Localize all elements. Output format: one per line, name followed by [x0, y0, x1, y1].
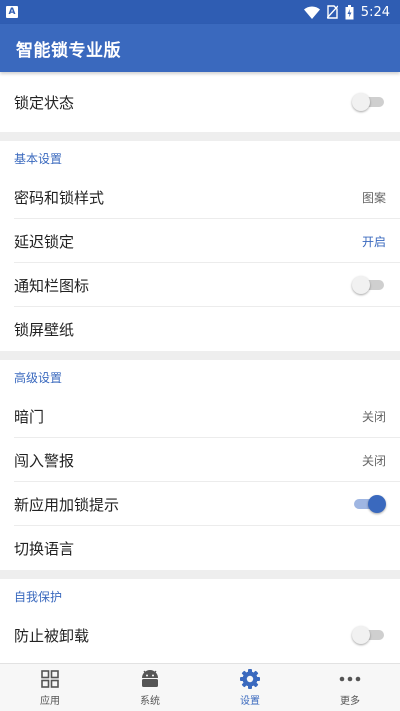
- new-app-lock-prompt-toggle[interactable]: [352, 494, 386, 514]
- grid-icon: [40, 668, 60, 690]
- secret-door-value: 关闭: [361, 409, 386, 424]
- app-title: 智能锁专业版: [16, 40, 121, 61]
- status-time: 5:24: [360, 4, 390, 20]
- bottom-navigation: 应用 系统 设置 更多: [0, 663, 400, 711]
- lock-status-row[interactable]: 锁定状态: [0, 72, 400, 132]
- switch-language-row[interactable]: 切换语言: [0, 526, 400, 570]
- self-protection-header: 自我保护: [14, 589, 63, 604]
- notification-icon-toggle[interactable]: [352, 275, 386, 295]
- switch-language-label: 切换语言: [14, 539, 75, 558]
- secret-door-label: 暗门: [14, 407, 45, 426]
- nav-apps-label: 应用: [40, 696, 60, 707]
- advanced-settings-header: 高级设置: [14, 370, 63, 385]
- wifi-icon: [303, 5, 320, 19]
- settings-list: 锁定状态 基本设置 密码和锁样式 图案 延迟锁定 开启 通知栏图标 锁屏壁纸 高…: [0, 72, 400, 663]
- nav-settings[interactable]: 设置: [200, 664, 300, 711]
- lock-status-label: 锁定状态: [14, 93, 75, 112]
- delay-lock-label: 延迟锁定: [14, 232, 75, 251]
- intrusion-alert-row[interactable]: 闯入警报 关闭: [0, 438, 400, 482]
- lock-wallpaper-row[interactable]: 锁屏壁纸: [0, 307, 400, 351]
- nav-system-label: 系统: [140, 696, 160, 707]
- more-dots-icon: [339, 668, 361, 690]
- section-divider: [0, 570, 400, 579]
- status-bar: A 5:24: [0, 0, 400, 24]
- no-sim-icon: [326, 5, 338, 19]
- nav-more[interactable]: 更多: [300, 664, 400, 711]
- gear-icon: [239, 668, 261, 690]
- new-app-lock-prompt-row[interactable]: 新应用加锁提示: [0, 482, 400, 526]
- battery-icon: [345, 4, 354, 20]
- nav-settings-label: 设置: [240, 696, 260, 707]
- password-style-row[interactable]: 密码和锁样式 图案: [0, 175, 400, 219]
- lock-status-toggle[interactable]: [352, 92, 386, 112]
- delay-lock-value: 开启: [361, 234, 386, 249]
- prevent-uninstall-toggle[interactable]: [352, 625, 386, 645]
- lock-wallpaper-label: 锁屏壁纸: [14, 320, 75, 339]
- basic-settings-header: 基本设置: [14, 151, 63, 166]
- prevent-uninstall-label: 防止被卸载: [14, 626, 90, 645]
- password-style-value: 图案: [361, 190, 386, 205]
- new-app-lock-prompt-label: 新应用加锁提示: [14, 495, 120, 514]
- section-divider: [0, 351, 400, 360]
- app-bar: 智能锁专业版: [0, 24, 400, 72]
- notification-icon-row[interactable]: 通知栏图标: [0, 263, 400, 307]
- secret-door-row[interactable]: 暗门 关闭: [0, 394, 400, 438]
- prevent-uninstall-row[interactable]: 防止被卸载: [0, 613, 400, 657]
- notification-icon-label: 通知栏图标: [14, 276, 90, 295]
- intrusion-alert-label: 闯入警报: [14, 451, 75, 470]
- android-icon: [139, 668, 161, 690]
- app-notification-icon: A: [6, 6, 18, 18]
- section-divider: [0, 132, 400, 141]
- nav-apps[interactable]: 应用: [0, 664, 100, 711]
- password-style-label: 密码和锁样式: [14, 188, 105, 207]
- delay-lock-row[interactable]: 延迟锁定 开启: [0, 219, 400, 263]
- intrusion-alert-value: 关闭: [361, 453, 386, 468]
- nav-system[interactable]: 系统: [100, 664, 200, 711]
- nav-more-label: 更多: [340, 696, 360, 707]
